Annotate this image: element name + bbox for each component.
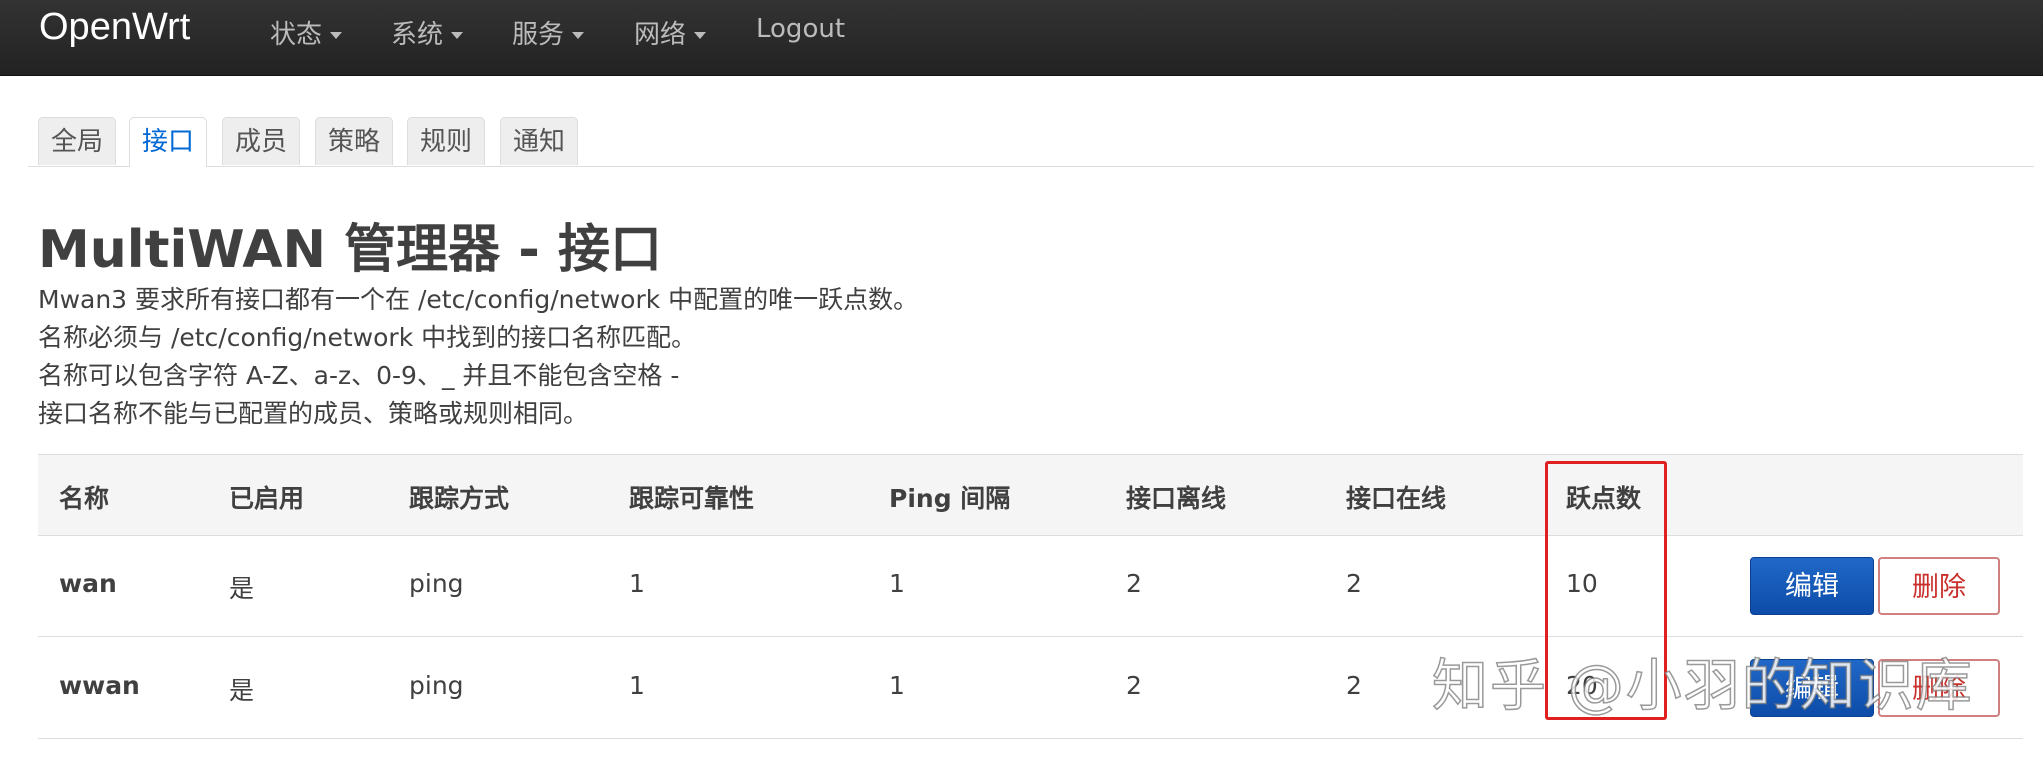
cell-enabled: 是 [229,676,255,705]
header-interface-up: 接口在线 [1346,484,1447,513]
menu-network[interactable]: 网络 [634,14,707,51]
description-line: 名称可以包含字符 A-Z、a-z、0-9、_ 并且不能包含空格 - [38,361,680,390]
header-track-method: 跟踪方式 [409,484,510,513]
cell-ping-interval: 1 [889,671,905,700]
brand-logo[interactable]: OpenWrt [39,6,190,49]
tab-policies[interactable]: 策略 [315,117,394,165]
chevron-down-icon [572,32,585,39]
description-line: 名称必须与 /etc/config/network 中找到的接口名称匹配。 [38,323,697,352]
logout-link[interactable]: Logout [756,14,845,44]
cell-name: wan [59,569,117,598]
tab-members[interactable]: 成员 [222,117,301,165]
edit-button[interactable]: 编辑 [1750,557,1874,615]
menu-services[interactable]: 服务 [512,14,585,51]
chevron-down-icon [451,32,464,39]
tab-interfaces[interactable]: 接口 [129,117,208,167]
cell-interface-up: 2 [1346,671,1362,700]
tab-rules[interactable]: 规则 [407,117,486,165]
cell-reliability: 1 [629,569,645,598]
cell-ping-interval: 1 [889,569,905,598]
tabs-divider [28,166,2034,167]
cell-enabled: 是 [229,574,255,603]
tab-notifications[interactable]: 通知 [500,117,579,165]
cell-reliability: 1 [629,671,645,700]
header-ping-interval: Ping 间隔 [889,484,1011,513]
cell-name: wwan [59,671,140,700]
cell-interface-down: 2 [1126,671,1142,700]
menu-system[interactable]: 系统 [391,14,464,51]
header-reliability: 跟踪可靠性 [629,484,755,513]
header-name: 名称 [59,484,110,513]
menu-status-label: 状态 [270,20,323,50]
cell-track-method: ping [409,671,464,700]
table-row: wan 是 ping 1 1 2 2 10 编辑 删除 [38,535,2023,637]
page-title: MultiWAN 管理器 - 接口 [38,220,662,280]
watermark: 知乎 @小羽的知识库 [1431,653,1974,720]
chevron-down-icon [694,32,707,39]
top-navbar: OpenWrt 状态 系统 服务 网络 Logout [0,0,2043,76]
chevron-down-icon [330,32,343,39]
header-interface-down: 接口离线 [1126,484,1227,513]
delete-button[interactable]: 删除 [1878,557,2000,615]
table-header: 名称 已启用 跟踪方式 跟踪可靠性 Ping 间隔 接口离线 接口在线 跃点数 [38,454,2023,536]
menu-system-label: 系统 [391,20,444,50]
cell-interface-down: 2 [1126,569,1142,598]
description-line: Mwan3 要求所有接口都有一个在 /etc/config/network 中配… [38,285,919,314]
cell-interface-up: 2 [1346,569,1362,598]
menu-services-label: 服务 [512,20,565,50]
tab-global[interactable]: 全局 [38,117,117,165]
menu-network-label: 网络 [634,20,687,50]
page-description: Mwan3 要求所有接口都有一个在 /etc/config/network 中配… [38,281,918,433]
menu-status[interactable]: 状态 [270,14,343,51]
description-line: 接口名称不能与已配置的成员、策略或规则相同。 [38,399,589,428]
cell-track-method: ping [409,569,464,598]
header-enabled: 已启用 [229,484,305,513]
